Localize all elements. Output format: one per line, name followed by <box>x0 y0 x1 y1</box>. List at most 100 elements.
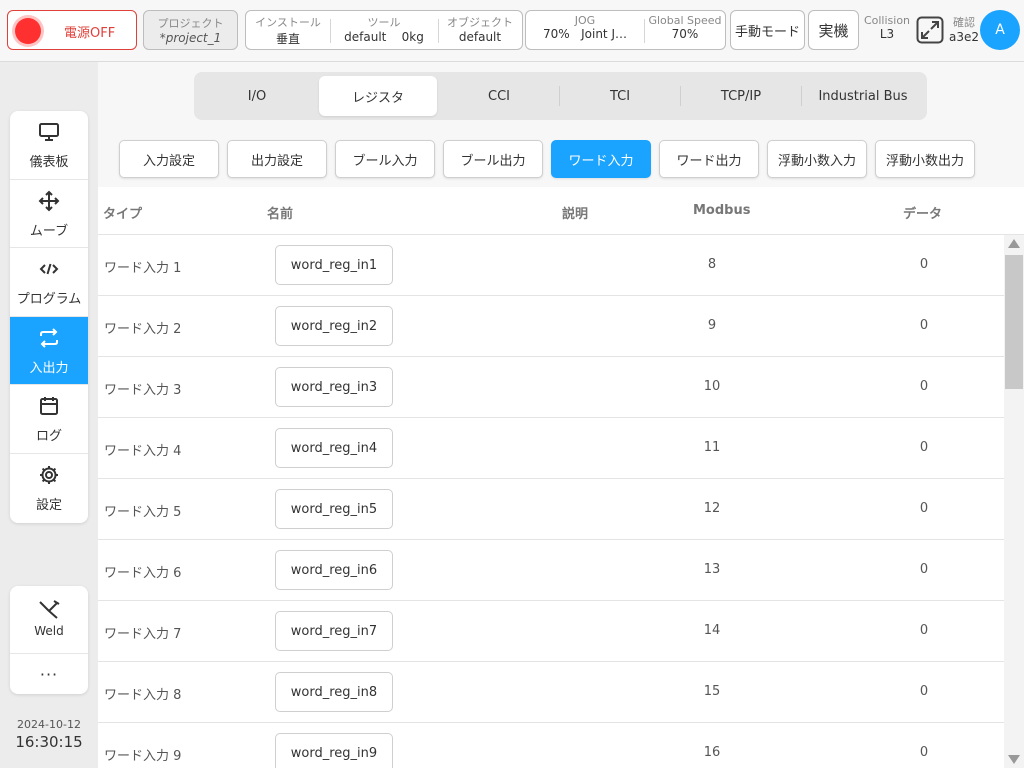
row-data: 0 <box>919 379 929 394</box>
register-name-input[interactable] <box>275 672 393 712</box>
register-name-input[interactable] <box>275 306 393 346</box>
speed-cell[interactable]: Global Speed 70% <box>644 11 726 49</box>
gear-icon <box>40 465 58 484</box>
sidebar-item-settings[interactable]: 設定 <box>10 454 88 523</box>
register-name-input[interactable] <box>275 245 393 285</box>
jog-speed-group[interactable]: JOG 70% Joint J… Global Speed 70% <box>525 10 726 50</box>
confirm-indicator[interactable]: 確認 a3e2 <box>946 14 982 44</box>
row-modbus: 14 <box>703 623 721 638</box>
subtab-output-settings[interactable]: 出力設定 <box>227 140 327 178</box>
register-name-input[interactable] <box>275 550 393 590</box>
object-cell[interactable]: オブジェクト default <box>438 11 522 49</box>
tab-register[interactable]: レジスタ <box>319 76 437 116</box>
swap-arrows-icon <box>40 327 58 348</box>
sidebar-item-io[interactable]: 入出力 <box>10 316 88 385</box>
collision-value: L3 <box>879 27 895 41</box>
install-tool-object-group[interactable]: インストール 垂直 ツール default 0kg オブジェクト default <box>245 10 523 50</box>
row-type: ワード入力 3 <box>104 383 182 398</box>
more-button[interactable]: ··· <box>10 654 88 694</box>
subtab-float-output[interactable]: 浮動小数出力 <box>875 140 975 178</box>
register-name-input[interactable] <box>275 611 393 651</box>
install-cell[interactable]: インストール 垂直 <box>246 11 330 49</box>
tool-cell[interactable]: ツール default 0kg <box>330 11 438 49</box>
sidebar-item-dashboard[interactable]: 儀表板 <box>10 111 88 180</box>
sidebar-item-log[interactable]: ログ <box>10 385 88 454</box>
subtab-bool-input[interactable]: ブール入力 <box>335 140 435 178</box>
tab-tcpip[interactable]: TCP/IP <box>682 76 800 116</box>
sidebar-nav: 儀表板 ムーブ プログラム 入出力 ログ 設定 <box>10 111 88 523</box>
date-text: 2024-10-12 <box>17 718 81 731</box>
row-data: 0 <box>919 562 929 577</box>
manual-mode-button[interactable]: 手動モード <box>730 10 805 50</box>
table-row: ワード入力 8 15 0 <box>98 662 1004 723</box>
register-name-input[interactable] <box>275 733 393 768</box>
sidebar-item-label: プログラム <box>16 292 82 307</box>
row-data: 0 <box>919 684 929 699</box>
code-icon <box>39 263 59 275</box>
scroll-up-icon[interactable] <box>1008 239 1020 248</box>
subtab-input-settings[interactable]: 入力設定 <box>119 140 219 178</box>
move-arrows-icon <box>38 190 60 211</box>
power-indicator-icon <box>15 18 41 44</box>
confirm-label: 確認 <box>953 16 975 29</box>
register-name-input[interactable] <box>275 367 393 407</box>
sidebar-item-move[interactable]: ムーブ <box>10 180 88 248</box>
monitor-icon <box>39 123 59 141</box>
sidebar-item-label: ムーブ <box>29 223 69 239</box>
subtab-word-input[interactable]: ワード入力 <box>551 140 651 178</box>
jog-value: 70% Joint J… <box>542 27 627 41</box>
user-avatar[interactable]: A <box>980 10 1020 50</box>
tab-io[interactable]: I/O <box>198 76 316 116</box>
speed-value: 70% <box>671 27 699 41</box>
sidebar-item-program[interactable]: プログラム <box>10 248 88 317</box>
register-name-input[interactable] <box>275 428 393 468</box>
calendar-icon <box>40 397 58 415</box>
real-machine-button[interactable]: 実機 <box>808 10 859 50</box>
object-label: オブジェクト <box>447 16 513 29</box>
top-bar: 電源OFF プロジェクト *project_1 インストール 垂直 ツール de… <box>0 0 1024 62</box>
datetime-display: 2024-10-12 16:30:15 <box>0 718 98 751</box>
row-data: 0 <box>919 440 929 455</box>
install-label: インストール <box>255 16 321 29</box>
weld-label: Weld <box>34 624 64 638</box>
tab-bar: I/O レジスタ CCI TCI TCP/IP Industrial Bus <box>194 72 927 120</box>
tab-industrial-bus[interactable]: Industrial Bus <box>803 76 923 116</box>
confirm-value: a3e2 <box>948 30 979 44</box>
subtab-bool-output[interactable]: ブール出力 <box>443 140 543 178</box>
row-modbus: 13 <box>703 562 721 577</box>
sidebar-item-label: 設定 <box>35 497 62 513</box>
table-row: ワード入力 9 16 0 <box>98 723 1004 768</box>
project-label: プロジェクト <box>157 17 224 30</box>
object-value: default <box>458 30 502 44</box>
header-type: タイプ <box>103 207 143 222</box>
row-type: ワード入力 1 <box>104 261 182 276</box>
scroll-thumb[interactable] <box>1005 255 1023 389</box>
welding-torch-icon <box>39 600 60 619</box>
time-text: 16:30:15 <box>15 733 83 751</box>
header-data: データ <box>903 207 943 222</box>
sidebar-item-label: 入出力 <box>29 360 69 376</box>
subtab-word-output[interactable]: ワード出力 <box>659 140 759 178</box>
header-name: 名前 <box>267 207 294 222</box>
tab-cci[interactable]: CCI <box>440 76 558 116</box>
row-data: 0 <box>919 257 929 272</box>
table-scrollbar[interactable] <box>1004 235 1024 768</box>
row-type: ワード入力 8 <box>104 688 182 703</box>
row-type: ワード入力 9 <box>104 749 182 764</box>
weld-button[interactable]: Weld <box>10 586 88 654</box>
power-label: 電源OFF <box>64 26 116 41</box>
register-name-input[interactable] <box>275 489 393 529</box>
tab-tci[interactable]: TCI <box>561 76 679 116</box>
project-selector[interactable]: プロジェクト *project_1 <box>143 10 238 50</box>
subtab-float-input[interactable]: 浮動小数入力 <box>767 140 867 178</box>
expand-icon[interactable] <box>916 16 944 44</box>
collision-indicator[interactable]: Collision L3 <box>862 14 912 41</box>
jog-cell[interactable]: JOG 70% Joint J… <box>526 11 644 49</box>
row-type: ワード入力 7 <box>104 627 182 642</box>
speed-label: Global Speed <box>648 14 722 27</box>
power-button[interactable]: 電源OFF <box>7 10 137 50</box>
row-modbus: 8 <box>707 257 717 272</box>
row-data: 0 <box>919 318 929 333</box>
scroll-down-icon[interactable] <box>1008 755 1020 764</box>
table-row: ワード入力 1 8 0 <box>98 235 1004 296</box>
